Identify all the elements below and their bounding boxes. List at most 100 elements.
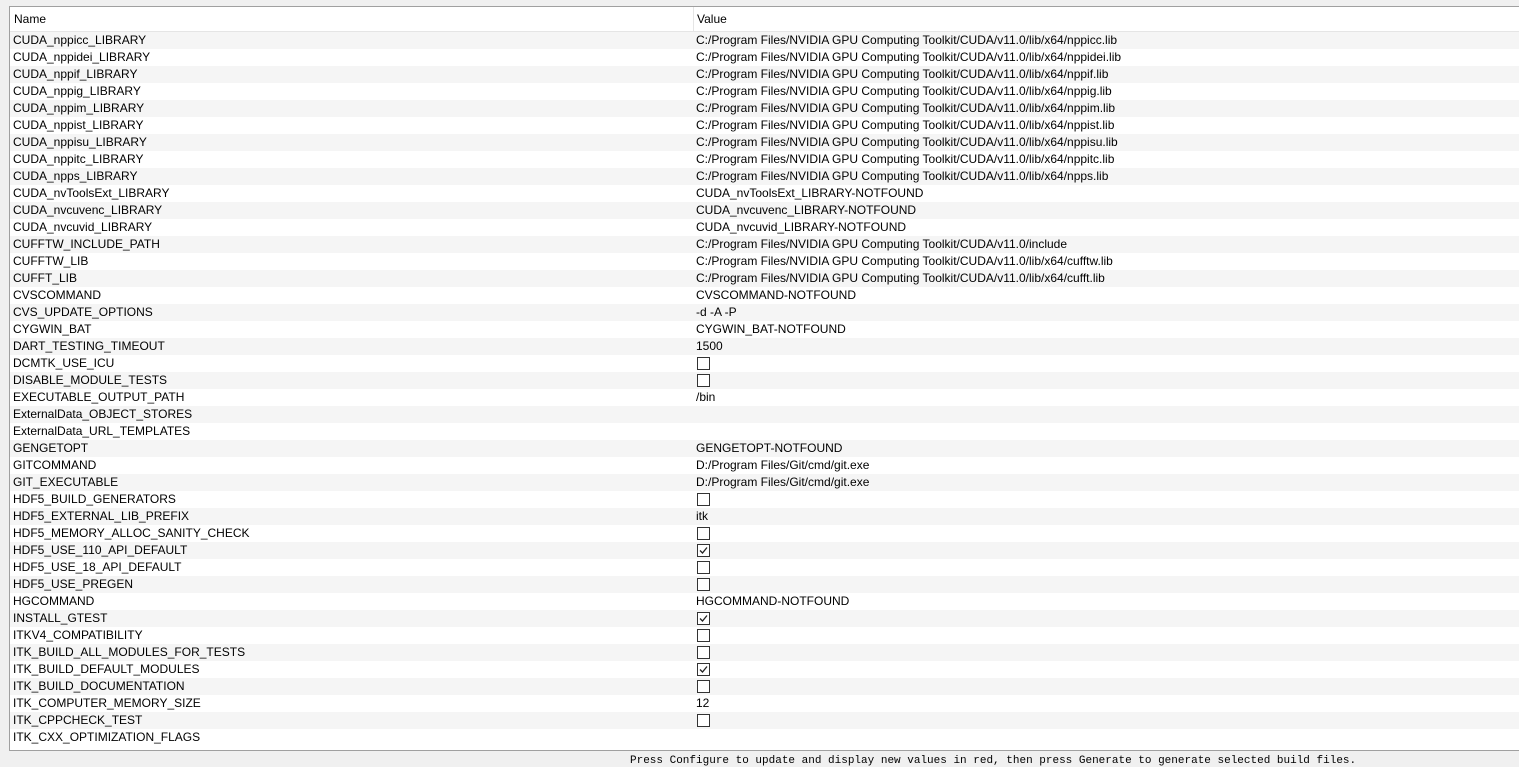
variable-value[interactable]: C:/Program Files/NVIDIA GPU Computing To…	[696, 32, 1516, 49]
table-row[interactable]: ITK_CPPCHECK_TEST	[10, 712, 1519, 729]
table-row[interactable]: HDF5_USE_18_API_DEFAULT	[10, 559, 1519, 576]
checked-checkbox[interactable]	[697, 544, 710, 557]
variable-value[interactable]: C:/Program Files/NVIDIA GPU Computing To…	[696, 134, 1516, 151]
table-row[interactable]: HGCOMMAND HGCOMMAND-NOTFOUND	[10, 593, 1519, 610]
variable-name: HDF5_EXTERNAL_LIB_PREFIX	[13, 509, 190, 523]
unchecked-checkbox[interactable]	[697, 357, 710, 370]
unchecked-checkbox[interactable]	[697, 578, 710, 591]
variable-value[interactable]	[696, 406, 1516, 423]
table-row[interactable]: CYGWIN_BAT CYGWIN_BAT-NOTFOUND	[10, 321, 1519, 338]
variable-value[interactable]: GENGETOPT-NOTFOUND	[696, 440, 1516, 457]
unchecked-checkbox[interactable]	[697, 374, 710, 387]
variable-value[interactable]: -d -A -P	[696, 304, 1516, 321]
variable-name: HDF5_MEMORY_ALLOC_SANITY_CHECK	[13, 526, 250, 540]
table-row[interactable]: CUDA_nppim_LIBRARY C:/Program Files/NVIDI…	[10, 100, 1519, 117]
variable-value[interactable]: CUDA_nvcuvid_LIBRARY-NOTFOUND	[696, 219, 1516, 236]
table-row[interactable]: ITK_CXX_OPTIMIZATION_FLAGS	[10, 729, 1519, 746]
variable-name: HDF5_BUILD_GENERATORS	[13, 492, 176, 506]
variable-name: ITK_CPPCHECK_TEST	[13, 713, 143, 727]
table-row[interactable]: ITK_COMPUTER_MEMORY_SIZE 12	[10, 695, 1519, 712]
table-row[interactable]: HDF5_BUILD_GENERATORS	[10, 491, 1519, 508]
table-row[interactable]: ITK_BUILD_ALL_MODULES_FOR_TESTS	[10, 644, 1519, 661]
status-message: Press Configure to update and display ne…	[630, 755, 1357, 767]
checkmark-icon	[699, 666, 708, 673]
variable-value[interactable]: HGCOMMAND-NOTFOUND	[696, 593, 1516, 610]
table-row[interactable]: CUDA_nppidei_LIBRARY C:/Program Files/NVI…	[10, 49, 1519, 66]
table-row[interactable]: ExternalData_URL_TEMPLATES	[10, 423, 1519, 440]
variable-value[interactable]	[696, 729, 1516, 746]
table-row[interactable]: ITK_BUILD_DEFAULT_MODULES	[10, 661, 1519, 678]
table-row[interactable]: HDF5_USE_PREGEN	[10, 576, 1519, 593]
variable-value[interactable]: CYGWIN_BAT-NOTFOUND	[696, 321, 1516, 338]
table-row[interactable]: ITKV4_COMPATIBILITY	[10, 627, 1519, 644]
column-header-value[interactable]: Value	[694, 7, 1519, 31]
table-row[interactable]: CUFFT_LIB C:/Program Files/NVIDIA GPU Com…	[10, 270, 1519, 287]
table-row[interactable]: CUFFTW_INCLUDE_PATH C:/Program Files/NVID…	[10, 236, 1519, 253]
variable-value[interactable]: C:/Program Files/NVIDIA GPU Computing To…	[696, 168, 1516, 185]
table-row[interactable]: ExternalData_OBJECT_STORES	[10, 406, 1519, 423]
checked-checkbox[interactable]	[697, 663, 710, 676]
unchecked-checkbox[interactable]	[697, 629, 710, 642]
variable-name: CUDA_nvcuvid_LIBRARY	[13, 220, 153, 234]
variable-value[interactable]: D:/Program Files/Git/cmd/git.exe	[696, 474, 1516, 491]
checked-checkbox[interactable]	[697, 612, 710, 625]
variable-value[interactable]: CUDA_nvToolsExt_LIBRARY-NOTFOUND	[696, 185, 1516, 202]
unchecked-checkbox[interactable]	[697, 646, 710, 659]
unchecked-checkbox[interactable]	[697, 714, 710, 727]
unchecked-checkbox[interactable]	[697, 527, 710, 540]
variable-name: HDF5_USE_110_API_DEFAULT	[13, 543, 188, 557]
variable-value[interactable]: CUDA_nvcuvenc_LIBRARY-NOTFOUND	[696, 202, 1516, 219]
variable-value[interactable]: C:/Program Files/NVIDIA GPU Computing To…	[696, 253, 1516, 270]
table-row[interactable]: CUDA_nppicc_LIBRARY C:/Program Files/NVID…	[10, 32, 1519, 49]
table-row[interactable]: CUFFTW_LIB C:/Program Files/NVIDIA GPU Co…	[10, 253, 1519, 270]
table-row[interactable]: EXECUTABLE_OUTPUT_PATH/bin	[10, 389, 1519, 406]
variable-value[interactable]: C:/Program Files/NVIDIA GPU Computing To…	[696, 151, 1516, 168]
variable-name: CYGWIN_BAT	[13, 322, 92, 336]
variable-value[interactable]: C:/Program Files/NVIDIA GPU Computing To…	[696, 66, 1516, 83]
table-row[interactable]: CUDA_nppist_LIBRARY C:/Program Files/NVID…	[10, 117, 1519, 134]
table-row[interactable]: CUDA_npps_LIBRARY C:/Program Files/NVIDIA…	[10, 168, 1519, 185]
variable-value[interactable]: 12	[696, 695, 1516, 712]
table-row[interactable]: HDF5_MEMORY_ALLOC_SANITY_CHECK	[10, 525, 1519, 542]
variable-value[interactable]: itk	[696, 508, 1516, 525]
table-row[interactable]: CUDA_nppitc_LIBRARY C:/Program Files/NVID…	[10, 151, 1519, 168]
variable-value[interactable]	[696, 423, 1516, 440]
table-row[interactable]: GIT_EXECUTABLE D:/Program Files/Git/cmd/g…	[10, 474, 1519, 491]
variable-value[interactable]: D:/Program Files/Git/cmd/git.exe	[696, 457, 1516, 474]
variable-value[interactable]: C:/Program Files/NVIDIA GPU Computing To…	[696, 100, 1516, 117]
table-row[interactable]: CUDA_nvcuvid_LIBRARY CUDA_nvcuvid_LIBRARY…	[10, 219, 1519, 236]
table-row[interactable]: DCMTK_USE_ICU	[10, 355, 1519, 372]
table-row[interactable]: DISABLE_MODULE_TESTS	[10, 372, 1519, 389]
variable-name: CUFFTW_LIB	[13, 254, 89, 268]
table-row[interactable]: CUDA_nppig_LIBRARY C:/Program Files/NVIDI…	[10, 83, 1519, 100]
cache-variable-table[interactable]: Name Value CUDA_nppicc_LIBRARY C:/Program…	[9, 6, 1519, 751]
table-row[interactable]: CVSCOMMAND CVSCOMMAND-NOTFOUND	[10, 287, 1519, 304]
unchecked-checkbox[interactable]	[697, 680, 710, 693]
variable-value[interactable]: C:/Program Files/NVIDIA GPU Computing To…	[696, 236, 1516, 253]
table-row[interactable]: INSTALL_GTEST	[10, 610, 1519, 627]
table-row[interactable]: GENGETOPT GENGETOPT-NOTFOUND	[10, 440, 1519, 457]
unchecked-checkbox[interactable]	[697, 561, 710, 574]
variable-value[interactable]: C:/Program Files/NVIDIA GPU Computing To…	[696, 270, 1516, 287]
unchecked-checkbox[interactable]	[697, 493, 710, 506]
table-row[interactable]: CUDA_nppif_LIBRARY C:/Program Files/NVIDI…	[10, 66, 1519, 83]
column-header-name[interactable]: Name	[10, 7, 694, 31]
table-row[interactable]: HDF5_EXTERNAL_LIB_PREFIX itk	[10, 508, 1519, 525]
table-row[interactable]: DART_TESTING_TIMEOUT 1500	[10, 338, 1519, 355]
table-row[interactable]: ITK_BUILD_DOCUMENTATION	[10, 678, 1519, 695]
table-row[interactable]: CUDA_nvToolsExt_LIBRARY CUDA_nvToolsExt_L…	[10, 185, 1519, 202]
variable-value[interactable]: CVSCOMMAND-NOTFOUND	[696, 287, 1516, 304]
variable-name: CVS_UPDATE_OPTIONS	[13, 305, 153, 319]
table-row[interactable]: CUDA_nppisu_LIBRARY C:/Program Files/NVID…	[10, 134, 1519, 151]
table-row[interactable]: CUDA_nvcuvenc_LIBRARY CUDA_nvcuvenc_LIBRA…	[10, 202, 1519, 219]
variable-name: CUDA_nppicc_LIBRARY	[13, 33, 147, 47]
table-row[interactable]: HDF5_USE_110_API_DEFAULT	[10, 542, 1519, 559]
table-row[interactable]: GITCOMMAND D:/Program Files/Git/cmd/git.e…	[10, 457, 1519, 474]
table-row[interactable]: CVS_UPDATE_OPTIONS -d -A -P	[10, 304, 1519, 321]
variable-value[interactable]: C:/Program Files/NVIDIA GPU Computing To…	[696, 49, 1516, 66]
variable-value[interactable]: 1500	[696, 338, 1516, 355]
variable-value[interactable]: C:/Program Files/NVIDIA GPU Computing To…	[696, 117, 1516, 134]
variable-value[interactable]: /bin	[696, 389, 1516, 406]
variable-name: ITK_BUILD_DOCUMENTATION	[13, 679, 185, 693]
variable-value[interactable]: C:/Program Files/NVIDIA GPU Computing To…	[696, 83, 1516, 100]
